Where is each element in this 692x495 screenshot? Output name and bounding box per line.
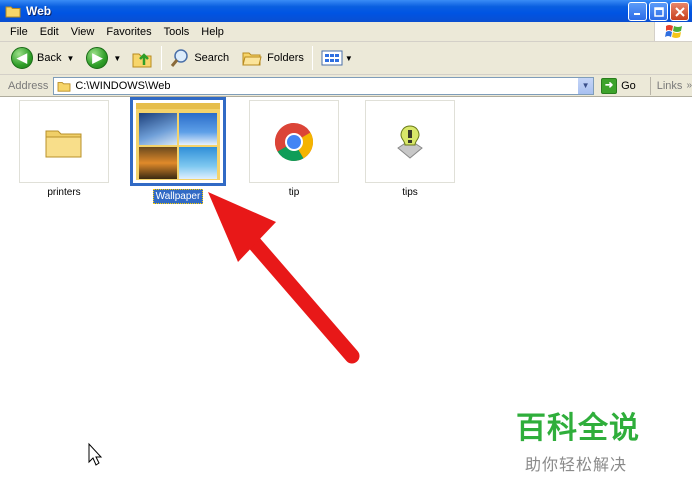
maximize-icon [653, 6, 664, 17]
windows-logo-icon [654, 22, 692, 41]
go-arrow-icon: ➜ [601, 77, 618, 94]
address-input[interactable]: C:\WINDOWS\Web ▼ [53, 76, 595, 95]
up-folder-icon [132, 53, 152, 68]
toolbar: ◀ Back ▼ ▶ ▼ Search Folders ▼ [0, 42, 692, 75]
watermark-subtitle: 助你轻松解决 [525, 455, 628, 474]
search-icon [171, 49, 189, 67]
menu-view[interactable]: View [65, 26, 101, 38]
back-label: Back [37, 52, 62, 64]
thumbnail [19, 100, 109, 183]
folders-button[interactable]: Folders [238, 45, 307, 71]
watermark: 百科全说 助你轻松解决 [516, 403, 640, 475]
file-name: printers [47, 187, 81, 198]
minimize-button[interactable] [628, 2, 647, 21]
file-item[interactable]: tip [244, 100, 344, 199]
close-icon [674, 6, 685, 17]
folder-icon [57, 81, 71, 92]
file-name: tips [402, 187, 418, 198]
thumbnail [249, 100, 339, 183]
forward-button[interactable]: ▶ ▼ [83, 45, 124, 71]
views-button[interactable]: ▼ [318, 45, 356, 71]
folder-icon [45, 130, 82, 157]
menu-file[interactable]: File [0, 26, 34, 38]
file-item[interactable]: Wallpaper [128, 97, 228, 204]
menu-help[interactable]: Help [195, 26, 230, 38]
links-button[interactable]: Links [657, 80, 683, 92]
folders-icon [242, 52, 262, 66]
title-bar[interactable]: Web [0, 0, 692, 22]
links-separator [649, 76, 651, 95]
maximize-button[interactable] [649, 2, 668, 21]
folder-thumbnail-icon [136, 103, 220, 180]
thumbnail [130, 97, 226, 186]
file-item[interactable]: printers [14, 100, 114, 199]
menu-edit[interactable]: Edit [34, 26, 65, 38]
thumbnail [365, 100, 455, 183]
back-arrow-icon: ◀ [11, 47, 33, 69]
file-name: Wallpaper [152, 189, 204, 204]
minimize-icon [634, 13, 640, 15]
watermark-title: 百科全说 [516, 411, 640, 446]
tips-bulb-icon [397, 124, 423, 159]
up-folder-button[interactable] [128, 45, 156, 71]
address-dropdown-icon[interactable]: ▼ [577, 77, 594, 94]
chrome-icon [274, 122, 314, 161]
window-title: Web [26, 4, 52, 18]
forward-arrow-icon: ▶ [86, 47, 109, 69]
address-bar: Address C:\WINDOWS\Web ▼ ➜ Go Links » [0, 75, 692, 97]
menu-tools[interactable]: Tools [158, 26, 196, 38]
search-button[interactable]: Search [167, 45, 232, 71]
menu-bar: File Edit View Favorites Tools Help [0, 22, 692, 42]
address-value: C:\WINDOWS\Web [75, 79, 171, 92]
links-chevron-icon[interactable]: » [686, 80, 692, 91]
search-label: Search [194, 52, 230, 64]
back-button[interactable]: ◀ Back ▼ [8, 45, 77, 71]
toolbar-separator [311, 46, 313, 70]
folder-icon [5, 6, 21, 18]
folders-label: Folders [267, 52, 304, 64]
go-button[interactable]: ➜ Go [601, 77, 636, 94]
toolbar-separator [161, 46, 163, 70]
views-dropdown-icon[interactable]: ▼ [345, 54, 353, 63]
file-item[interactable]: tips [360, 100, 460, 199]
file-name: tip [288, 187, 300, 198]
file-list-pane[interactable]: printers Wallpaper tip tips 百科全说 助你轻松解决 [0, 97, 692, 495]
go-label: Go [621, 79, 636, 92]
views-icon [321, 50, 343, 66]
back-dropdown-icon[interactable]: ▼ [66, 54, 74, 63]
menu-favorites[interactable]: Favorites [100, 26, 157, 38]
close-button[interactable] [670, 2, 689, 21]
forward-dropdown-icon[interactable]: ▼ [113, 54, 121, 63]
address-label: Address [8, 79, 49, 92]
